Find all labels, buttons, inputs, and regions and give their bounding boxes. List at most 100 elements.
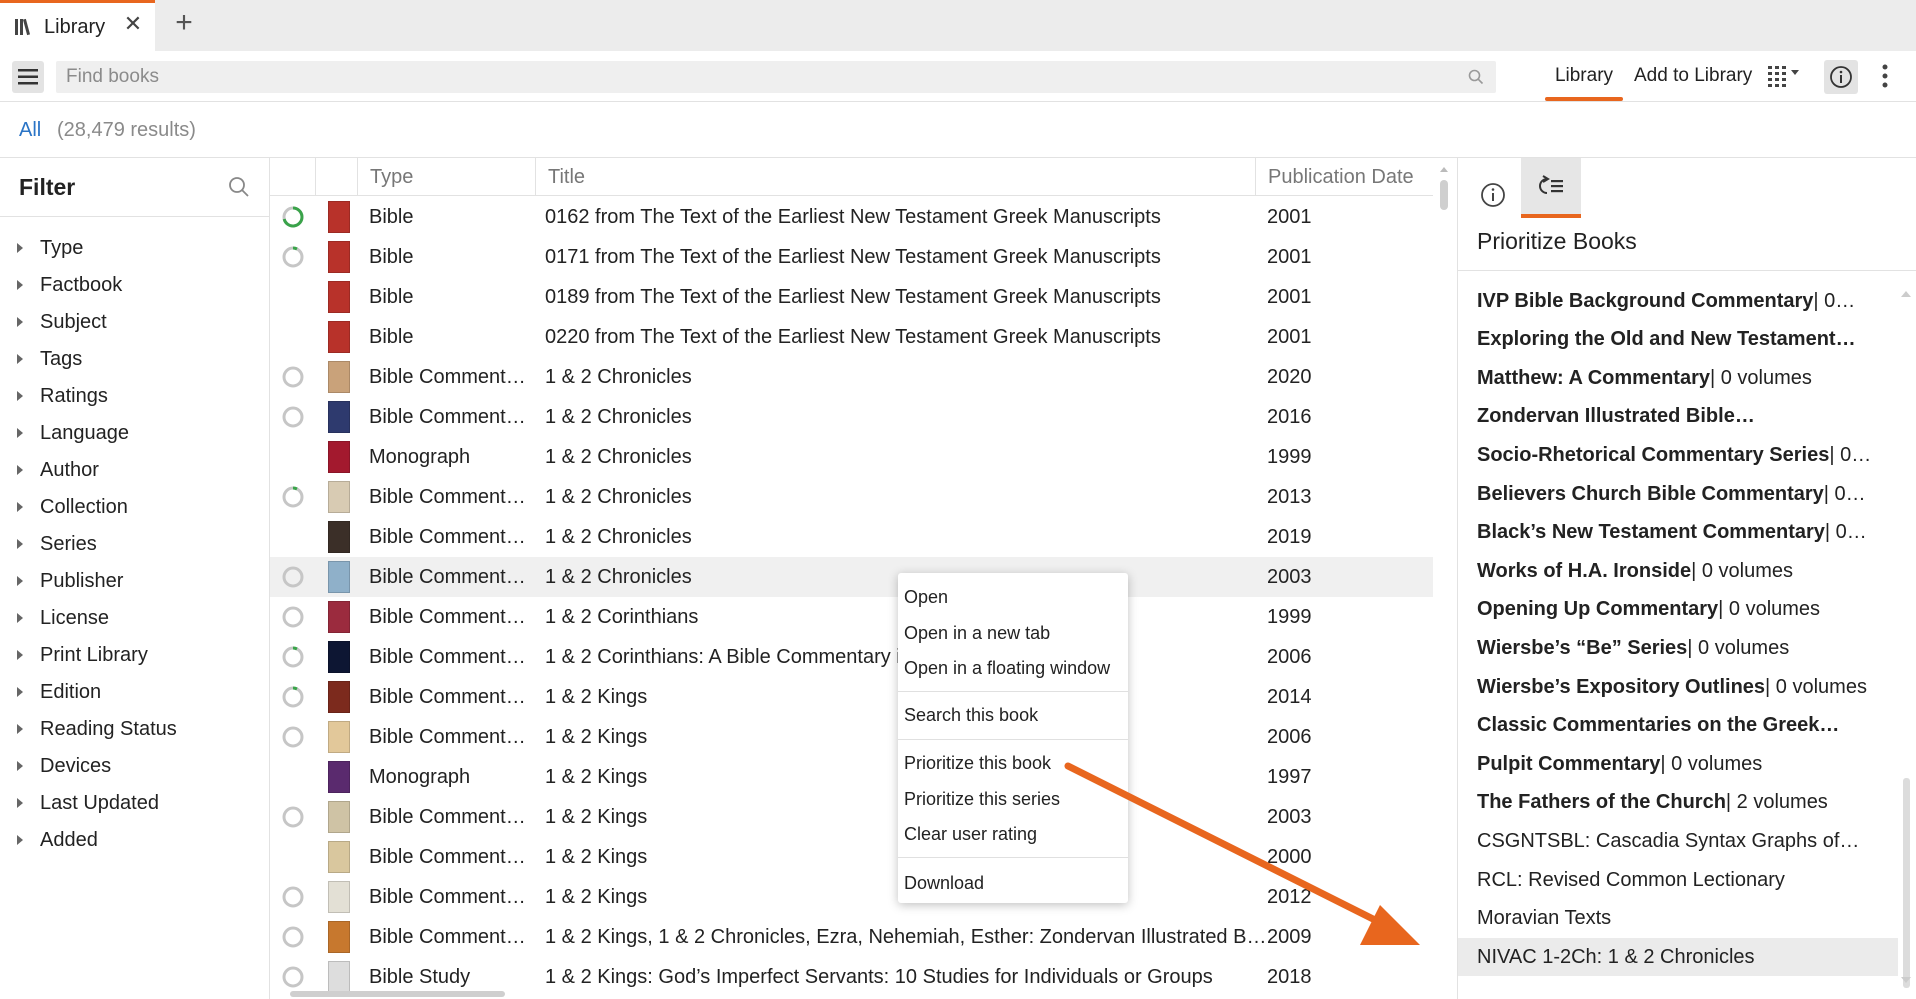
filter-item[interactable]: Devices bbox=[0, 751, 270, 781]
filter-item[interactable]: Factbook bbox=[0, 270, 270, 300]
reading-status-icon bbox=[280, 757, 306, 797]
prioritized-item[interactable]: Black’s New Testament Commentary | 0… bbox=[1458, 514, 1898, 552]
table-row[interactable]: Bible Comment… 1 & 2 Kings 2006 bbox=[270, 717, 1433, 757]
table-row[interactable]: Bible Comment… 1 & 2 Kings 2014 bbox=[270, 677, 1433, 717]
prioritized-item[interactable]: Wiersbe’s “Be” Series | 0 volumes bbox=[1458, 629, 1898, 667]
table-row[interactable]: Bible 0162 from The Text of the Earliest … bbox=[270, 197, 1433, 237]
table-row[interactable]: Bible Comment… 1 & 2 Chronicles 2016 bbox=[270, 397, 1433, 437]
type-column-header[interactable]: Type bbox=[357, 158, 535, 196]
active-tab-indicator bbox=[1521, 214, 1581, 218]
more-options-button[interactable] bbox=[1880, 64, 1890, 88]
table-row[interactable]: Bible 0189 from The Text of the Earliest … bbox=[270, 277, 1433, 317]
table-row[interactable]: Bible 0220 from The Text of the Earliest … bbox=[270, 317, 1433, 357]
prioritized-item[interactable]: Pulpit Commentary | 0 volumes bbox=[1458, 745, 1898, 783]
table-scrollbar-thumb[interactable] bbox=[1440, 180, 1448, 210]
title-cell: 0220 from The Text of the Earliest New T… bbox=[545, 325, 1161, 348]
filter-item[interactable]: Added bbox=[0, 825, 270, 855]
open-item[interactable]: Open bbox=[904, 582, 948, 612]
table-row[interactable]: Bible Comment… 1 & 2 Kings 2012 bbox=[270, 877, 1433, 917]
prioritized-item[interactable]: Zondervan Illustrated Bible… bbox=[1458, 398, 1898, 436]
info-button[interactable] bbox=[1824, 60, 1858, 94]
reading-status-icon bbox=[280, 797, 306, 837]
add-to-library-button[interactable]: Add to Library bbox=[1634, 51, 1752, 101]
table-row[interactable]: Bible Comment… 1 & 2 Kings 2003 bbox=[270, 797, 1433, 837]
prioritized-item[interactable]: IVP Bible Background Commentary | 0… bbox=[1458, 282, 1898, 320]
find-books-input[interactable] bbox=[56, 61, 1436, 93]
context-menu: Open Open in a new tab Open in a floating … bbox=[898, 573, 1128, 903]
table-row[interactable]: Bible Comment… 1 & 2 Chronicles 2003 bbox=[270, 557, 1433, 597]
filter-item[interactable]: Subject bbox=[0, 307, 270, 337]
add-tab-button[interactable]: + bbox=[170, 8, 198, 38]
filter-item[interactable]: Edition bbox=[0, 677, 270, 707]
filter-item[interactable]: License bbox=[0, 603, 270, 633]
date-cell: 2016 bbox=[1267, 405, 1312, 428]
library-view-button[interactable]: Library bbox=[1545, 51, 1623, 101]
table-row[interactable]: Monograph 1 & 2 Chronicles 1999 bbox=[270, 437, 1433, 477]
table-row[interactable]: Bible Comment… 1 & 2 Kings 2000 bbox=[270, 837, 1433, 877]
date-column-header[interactable]: Publication Date bbox=[1255, 158, 1433, 196]
prioritize-book-item[interactable]: Prioritize this book bbox=[904, 748, 1051, 778]
clear-rating-item[interactable]: Clear user rating bbox=[904, 819, 1037, 849]
scroll-down-arrow-icon[interactable] bbox=[1901, 976, 1911, 984]
open-new-tab-item[interactable]: Open in a new tab bbox=[904, 618, 1050, 648]
library-icon bbox=[14, 17, 36, 37]
table-vertical-scrollbar[interactable] bbox=[1440, 166, 1448, 996]
prioritized-item[interactable]: Works of H.A. Ironside | 0 volumes bbox=[1458, 552, 1898, 590]
filter-item[interactable]: Reading Status bbox=[0, 714, 270, 744]
prioritize-series-item[interactable]: Prioritize this series bbox=[904, 784, 1060, 814]
prioritized-item[interactable]: Moravian Texts bbox=[1458, 900, 1898, 938]
prioritized-item[interactable]: Wiersbe’s Expository Outlines | 0 volume… bbox=[1458, 668, 1898, 706]
table-row[interactable]: Bible Comment… 1 & 2 Chronicles 2020 bbox=[270, 357, 1433, 397]
table-row[interactable]: Bible Comment… 1 & 2 Corinthians: A Bible… bbox=[270, 637, 1433, 677]
filter-item[interactable]: Author bbox=[0, 455, 270, 485]
prioritized-item[interactable]: Believers Church Bible Commentary | 0… bbox=[1458, 475, 1898, 513]
view-options-button[interactable] bbox=[1768, 65, 1808, 87]
book-cover bbox=[328, 557, 350, 597]
filter-item[interactable]: Language bbox=[0, 418, 270, 448]
filter-item[interactable]: Publisher bbox=[0, 566, 270, 596]
table-row[interactable]: Bible Comment… 1 & 2 Chronicles 2019 bbox=[270, 517, 1433, 557]
prioritize-tab[interactable] bbox=[1521, 158, 1581, 214]
open-floating-window-item[interactable]: Open in a floating window bbox=[904, 653, 1110, 683]
prioritized-item[interactable]: Exploring the Old and New Testament… bbox=[1458, 321, 1898, 359]
filter-search-icon[interactable] bbox=[228, 176, 250, 198]
close-tab-icon[interactable]: ✕ bbox=[121, 12, 145, 36]
search-icon[interactable] bbox=[1468, 69, 1484, 85]
prioritized-item[interactable]: Matthew: A Commentary | 0 volumes bbox=[1458, 359, 1898, 397]
download-item[interactable]: Download bbox=[904, 868, 984, 898]
filter-item[interactable]: Tags bbox=[0, 344, 270, 374]
scroll-up-arrow-icon[interactable] bbox=[1440, 166, 1448, 174]
info-tab[interactable] bbox=[1468, 172, 1518, 218]
prioritized-item[interactable]: The Fathers of the Church | 2 volumes bbox=[1458, 784, 1898, 822]
prioritized-item[interactable]: NIVAC 1-2Ch: 1 & 2 Chronicles bbox=[1458, 938, 1898, 977]
prioritized-item[interactable]: Classic Commentaries on the Greek… bbox=[1458, 707, 1898, 745]
filter-item[interactable]: Print Library bbox=[0, 640, 270, 670]
reading-status-icon bbox=[280, 637, 306, 677]
filter-item[interactable]: Series bbox=[0, 529, 270, 559]
prioritized-item[interactable]: Socio-Rhetorical Commentary Series | 0… bbox=[1458, 436, 1898, 474]
prioritized-item[interactable]: RCL: Revised Common Lectionary bbox=[1458, 861, 1898, 899]
title-column-header[interactable]: Title bbox=[535, 158, 1255, 196]
table-row[interactable]: Bible Comment… 1 & 2 Corinthians 1999 bbox=[270, 597, 1433, 637]
scroll-up-arrow-icon[interactable] bbox=[1901, 290, 1911, 298]
filter-item[interactable]: Collection bbox=[0, 492, 270, 522]
prioritized-item[interactable]: CSGNTSBL: Cascadia Syntax Graphs of… bbox=[1458, 822, 1898, 860]
filter-item[interactable]: Ratings bbox=[0, 381, 270, 411]
table-row[interactable]: Bible 0171 from The Text of the Earliest … bbox=[270, 237, 1433, 277]
type-cell: Bible Comment… bbox=[369, 365, 526, 388]
search-this-book-item[interactable]: Search this book bbox=[904, 700, 1038, 730]
table-row[interactable]: Bible Comment… 1 & 2 Chronicles 2013 bbox=[270, 477, 1433, 517]
menu-button[interactable] bbox=[12, 61, 44, 93]
table-horizontal-scrollbar[interactable] bbox=[290, 991, 505, 997]
filter-item-label: Print Library bbox=[40, 643, 148, 666]
filter-item[interactable]: Last Updated bbox=[0, 788, 270, 818]
book-cover bbox=[328, 517, 350, 557]
active-view-indicator bbox=[1545, 97, 1623, 101]
panel-scrollbar-thumb[interactable] bbox=[1903, 778, 1910, 988]
table-row[interactable]: Monograph 1 & 2 Kings 1997 bbox=[270, 757, 1433, 797]
filter-item[interactable]: Type bbox=[0, 233, 270, 263]
cover-column-header[interactable] bbox=[315, 158, 357, 196]
prioritized-item[interactable]: Opening Up Commentary | 0 volumes bbox=[1458, 591, 1898, 629]
all-filter-link[interactable]: All bbox=[19, 119, 41, 142]
table-row[interactable]: Bible Comment… 1 & 2 Kings, 1 & 2 Chronic… bbox=[270, 917, 1433, 957]
